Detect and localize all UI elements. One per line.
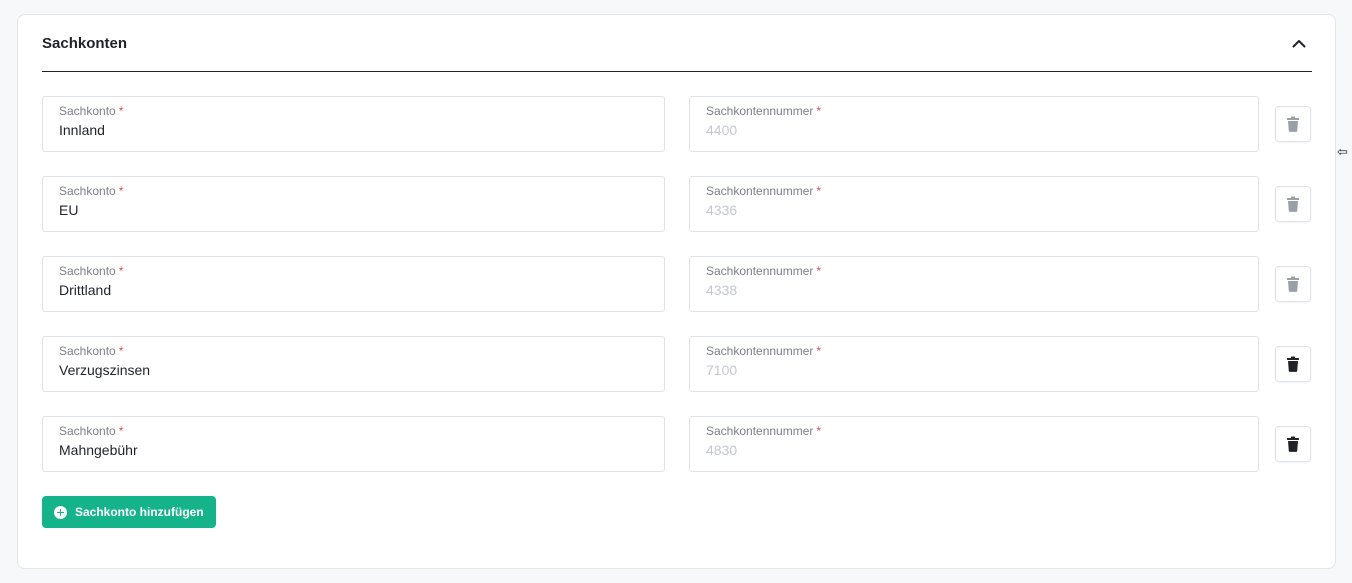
sachkontennummer-field: Sachkontennummer * 4400 (689, 96, 1259, 152)
account-row: Sachkonto * EU Sachkontennummer * 4336 (42, 176, 1312, 232)
sachkonto-value: EU (59, 202, 79, 218)
sachkonto-value: Mahngebühr (59, 442, 138, 458)
sachkonto-field[interactable]: Sachkonto * Verzugszinsen (42, 336, 665, 392)
section-title: Sachkonten (42, 34, 128, 52)
sachkonto-label: Sachkonto * (59, 104, 124, 118)
account-row: Sachkonto * Verzugszinsen Sachkontennumme… (42, 336, 1312, 392)
card-header: Sachkonten (42, 15, 1312, 72)
trash-icon (1287, 196, 1299, 212)
sachkontennummer-label: Sachkontennummer * (706, 104, 822, 118)
sachkontennummer-label: Sachkontennummer * (706, 424, 822, 438)
sachkontennummer-field: Sachkontennummer * 4338 (689, 256, 1259, 312)
account-row: Sachkonto * Innland Sachkontennummer * 440… (42, 96, 1312, 152)
sachkontennummer-value: 4830 (706, 442, 738, 458)
sachkontennummer-value: 4336 (706, 202, 738, 218)
sachkontennummer-value: 4338 (706, 282, 738, 298)
account-row: Sachkonto * Mahngebühr Sachkontennummer * … (42, 416, 1312, 472)
trash-icon (1287, 276, 1299, 292)
sachkontennummer-field: Sachkontennummer * 4336 (689, 176, 1259, 232)
sachkonto-field[interactable]: Sachkonto * Innland (42, 96, 665, 152)
sachkonto-value: Innland (59, 122, 105, 138)
sachkonten-card: Sachkonten Sachkonto * Innland Sachkonten… (17, 14, 1336, 569)
sachkonto-label: Sachkonto * (59, 424, 124, 438)
add-sachkonto-button[interactable]: Sachkonto hinzufügen (42, 496, 216, 528)
delete-button[interactable] (1275, 266, 1311, 302)
sachkontennummer-field: Sachkontennummer * 7100 (689, 336, 1259, 392)
sachkontennummer-label: Sachkontennummer * (706, 264, 822, 278)
trash-icon (1287, 116, 1299, 132)
add-sachkonto-label: Sachkonto hinzufügen (75, 505, 204, 519)
sachkontennummer-field: Sachkontennummer * 4830 (689, 416, 1259, 472)
sachkonto-field[interactable]: Sachkonto * EU (42, 176, 665, 232)
sachkonto-value: Drittland (59, 282, 112, 298)
sachkonto-label: Sachkonto * (59, 344, 124, 358)
delete-button[interactable] (1275, 186, 1311, 222)
sachkonto-label: Sachkonto * (59, 184, 124, 198)
trash-icon (1287, 436, 1299, 452)
sachkonto-field[interactable]: Sachkonto * Drittland (42, 256, 665, 312)
sachkontennummer-label: Sachkontennummer * (706, 184, 822, 198)
delete-button[interactable] (1275, 426, 1311, 462)
delete-button[interactable] (1275, 106, 1311, 142)
trash-icon (1287, 356, 1299, 372)
delete-button[interactable] (1275, 346, 1311, 382)
sachkontennummer-value: 4400 (706, 122, 738, 138)
sachkontennummer-value: 7100 (706, 362, 738, 378)
sachkontennummer-label: Sachkontennummer * (706, 344, 822, 358)
sachkonto-label: Sachkonto * (59, 264, 124, 278)
mouse-cursor-icon: ⇦ (1337, 144, 1348, 159)
sachkonto-value: Verzugszinsen (59, 362, 151, 378)
account-row: Sachkonto * Drittland Sachkontennummer * 4… (42, 256, 1312, 312)
chevron-up-icon[interactable] (1288, 32, 1310, 54)
sachkonto-field[interactable]: Sachkonto * Mahngebühr (42, 416, 665, 472)
plus-circle-icon (54, 505, 67, 519)
